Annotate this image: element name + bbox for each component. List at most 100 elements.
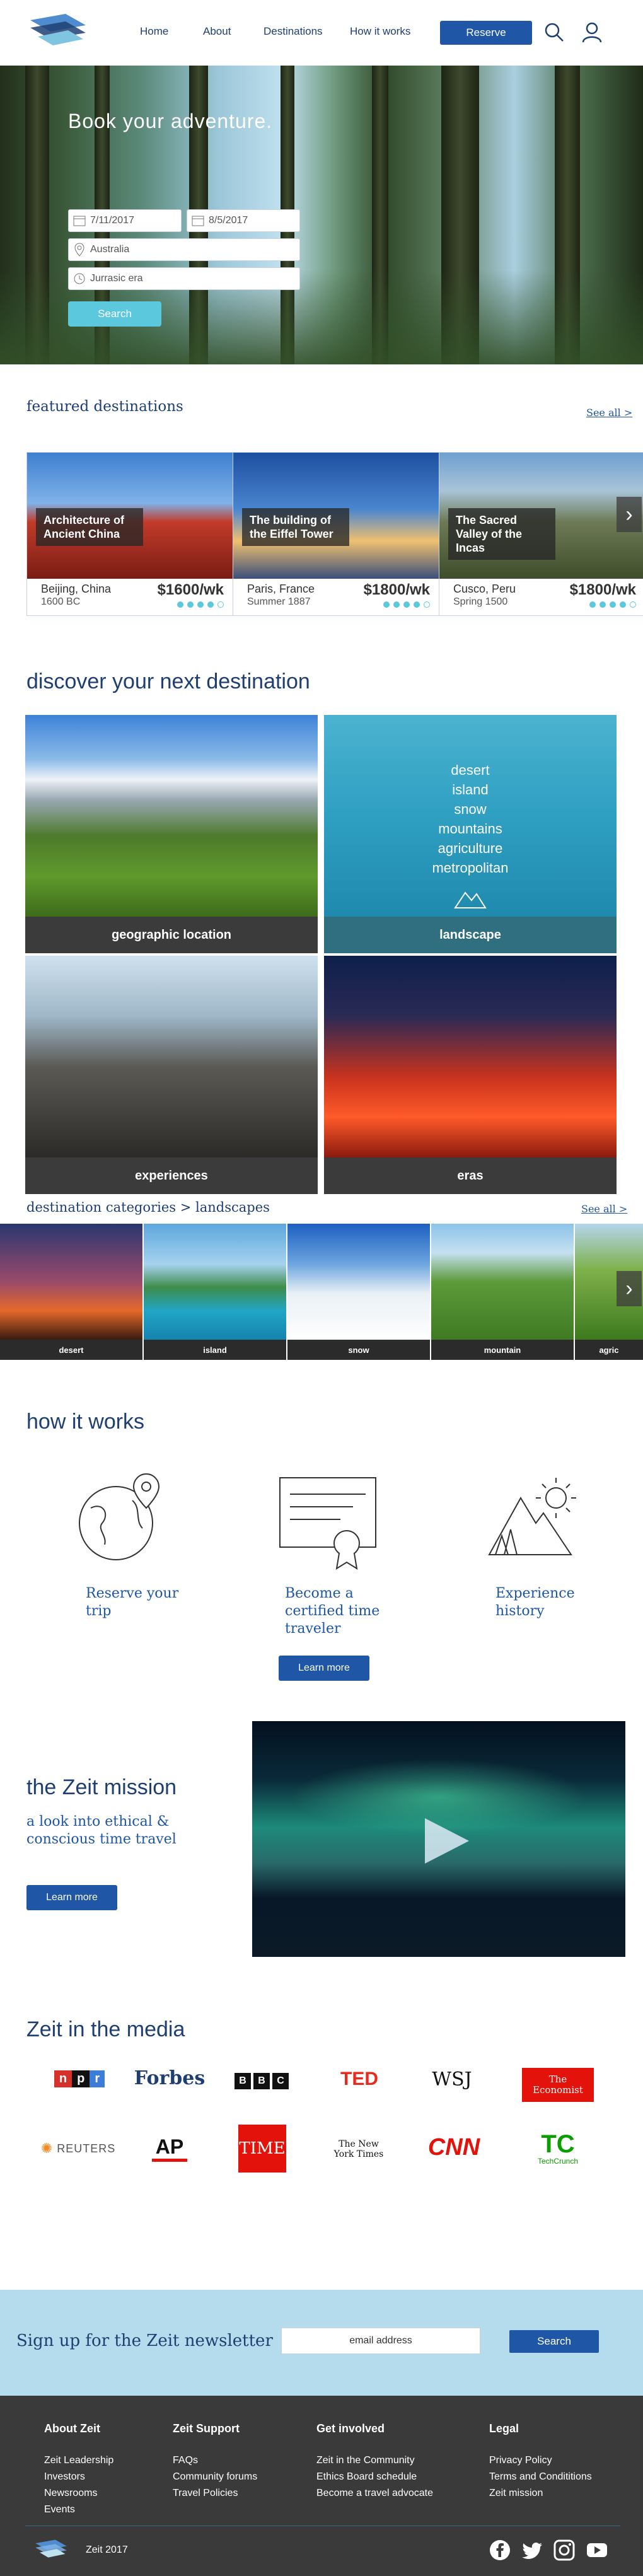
reserve-button[interactable]: Reserve	[440, 21, 532, 45]
category-label: snow	[287, 1340, 430, 1360]
zeit-logo-icon[interactable]	[28, 11, 88, 47]
footer-link[interactable]: Newsrooms	[44, 2485, 113, 2502]
economist-logo: The Economist	[522, 2068, 594, 2102]
landscape-option[interactable]: snow	[324, 799, 617, 819]
categories-next-arrow[interactable]: ›	[617, 1271, 642, 1306]
site-footer: About Zeit Zeit Leadership Investors New…	[0, 2396, 643, 2576]
calendar-icon	[187, 210, 209, 231]
facebook-icon[interactable]	[489, 2539, 511, 2561]
tile-landscape[interactable]: desert island snow mountains agriculture…	[324, 715, 617, 953]
card-price: $1600/wk	[157, 581, 224, 598]
bbc-logo: BBC	[233, 2073, 290, 2089]
card-era: Summer 1887	[247, 596, 311, 607]
landscape-option[interactable]: agriculture	[324, 838, 617, 858]
tile-label: experiences	[25, 1157, 318, 1194]
zeit-logo-icon[interactable]	[34, 2536, 68, 2561]
footer-heading: Legal	[489, 2422, 519, 2435]
featured-see-all-link[interactable]: See all >	[586, 407, 632, 419]
nav-destinations[interactable]: Destinations	[264, 25, 323, 38]
landscape-option[interactable]: island	[324, 780, 617, 799]
footer-link[interactable]: Zeit Leadership	[44, 2452, 113, 2469]
island-image	[144, 1224, 286, 1340]
footer-link[interactable]: Events	[44, 2502, 113, 2518]
reuters-text: REUTERS	[57, 2142, 116, 2155]
card-rating	[589, 601, 636, 608]
time-logo: TIME	[238, 2125, 286, 2173]
tile-eras[interactable]: eras	[324, 956, 617, 1194]
era-field[interactable]: Jurrasic era	[68, 267, 300, 290]
instagram-icon[interactable]	[553, 2539, 575, 2561]
step-reserve: Reserve your trip	[86, 1586, 179, 1619]
category-island[interactable]: island	[144, 1224, 286, 1360]
date-from-field[interactable]: 7/11/2017	[68, 209, 182, 232]
footer-link[interactable]: Terms and Condititions	[489, 2469, 592, 2485]
mission-learn-more-button[interactable]: Learn more	[26, 1885, 117, 1910]
user-icon[interactable]	[581, 21, 603, 43]
category-snow[interactable]: snow	[287, 1224, 430, 1360]
card-rating	[177, 601, 224, 608]
location-field[interactable]: Australia	[68, 238, 300, 261]
date-to-field[interactable]: 8/5/2017	[187, 209, 300, 232]
nav-home[interactable]: Home	[140, 25, 168, 38]
categories-see-all-link[interactable]: See all >	[581, 1203, 627, 1215]
tile-experiences[interactable]: experiences	[25, 956, 318, 1194]
twitter-icon[interactable]	[522, 2539, 543, 2561]
footer-column: Zeit Leadership Investors Newsrooms Even…	[44, 2452, 113, 2518]
newsletter-submit-button[interactable]: Search	[509, 2330, 599, 2353]
date-from-value: 7/11/2017	[90, 215, 134, 226]
media-heading: Zeit in the media	[26, 2017, 185, 2041]
mission-video[interactable]	[252, 1721, 625, 1957]
footer-column: Zeit in the Community Ethics Board sched…	[316, 2452, 433, 2502]
footer-heading: Get involved	[316, 2422, 385, 2435]
footer-link[interactable]: Privacy Policy	[489, 2452, 592, 2469]
youtube-icon[interactable]	[586, 2539, 608, 2561]
step-certified: Become a certified time traveler	[285, 1586, 380, 1637]
wsj-logo: WSJ	[432, 2068, 472, 2091]
hero-search-button[interactable]: Search	[68, 301, 161, 327]
footer-link[interactable]: FAQs	[173, 2452, 257, 2469]
footer-link[interactable]: Investors	[44, 2469, 113, 2485]
footer-link[interactable]: Zeit in the Community	[316, 2452, 433, 2469]
card-price: $1800/wk	[569, 581, 636, 598]
featured-heading: featured destinations	[26, 398, 183, 415]
category-label: island	[144, 1340, 286, 1360]
reuters-logo: ✺ REUTERS	[40, 2140, 116, 2156]
categories-breadcrumb[interactable]: destination categories > landscapes	[26, 1200, 270, 1215]
email-input[interactable]: email address	[281, 2328, 480, 2354]
play-icon[interactable]	[421, 1816, 472, 1866]
crowd-speech-image	[25, 956, 318, 1157]
globe-icon	[79, 1473, 160, 1560]
card-caption: The building of the Eiffel Tower	[242, 508, 349, 546]
tile-geographic-location[interactable]: geographic location	[25, 715, 318, 953]
category-desert[interactable]: desert	[0, 1224, 142, 1360]
footer-link[interactable]: Ethics Board schedule	[316, 2469, 433, 2485]
featured-card[interactable]: The Sacred Valley of the Incas Cusco, Pe…	[439, 452, 643, 616]
landscape-option[interactable]: mountains	[324, 819, 617, 838]
forbes-logo: Forbes	[134, 2067, 206, 2089]
calendar-icon	[69, 210, 90, 231]
landscape-option[interactable]: desert	[324, 760, 617, 780]
nav-about[interactable]: About	[203, 25, 231, 38]
footer-link[interactable]: Become a travel advocate	[316, 2485, 433, 2502]
category-mountain[interactable]: mountain	[431, 1224, 574, 1360]
mission-subheading: a look into ethical & conscious time tra…	[26, 1814, 177, 1847]
footer-column: Privacy Policy Terms and Condititions Ze…	[489, 2452, 592, 2502]
techcrunch-text: TechCrunch	[537, 2157, 579, 2166]
footer-link[interactable]: Travel Policies	[173, 2485, 257, 2502]
footer-link[interactable]: Zeit mission	[489, 2485, 592, 2502]
how-learn-more-button[interactable]: Learn more	[279, 1656, 369, 1681]
featured-card[interactable]: Architecture of Ancient China Beijing, C…	[26, 452, 233, 616]
category-label: mountain	[431, 1340, 574, 1360]
certificate-icon	[279, 1477, 376, 1570]
footer-column: FAQs Community forums Travel Policies	[173, 2452, 257, 2502]
footer-link[interactable]: Community forums	[173, 2469, 257, 2485]
discover-heading: discover your next destination	[26, 670, 310, 693]
featured-card[interactable]: The building of the Eiffel Tower Paris, …	[233, 452, 439, 616]
nav-how-it-works[interactable]: How it works	[350, 25, 410, 38]
copyright: Zeit 2017	[86, 2544, 128, 2555]
landscape-option[interactable]: metropolitan	[324, 858, 617, 878]
featured-next-arrow[interactable]: ›	[617, 497, 642, 532]
search-icon[interactable]	[543, 21, 565, 43]
card-place: Cusco, Peru	[453, 583, 516, 595]
cnn-logo: CNN	[427, 2133, 480, 2161]
